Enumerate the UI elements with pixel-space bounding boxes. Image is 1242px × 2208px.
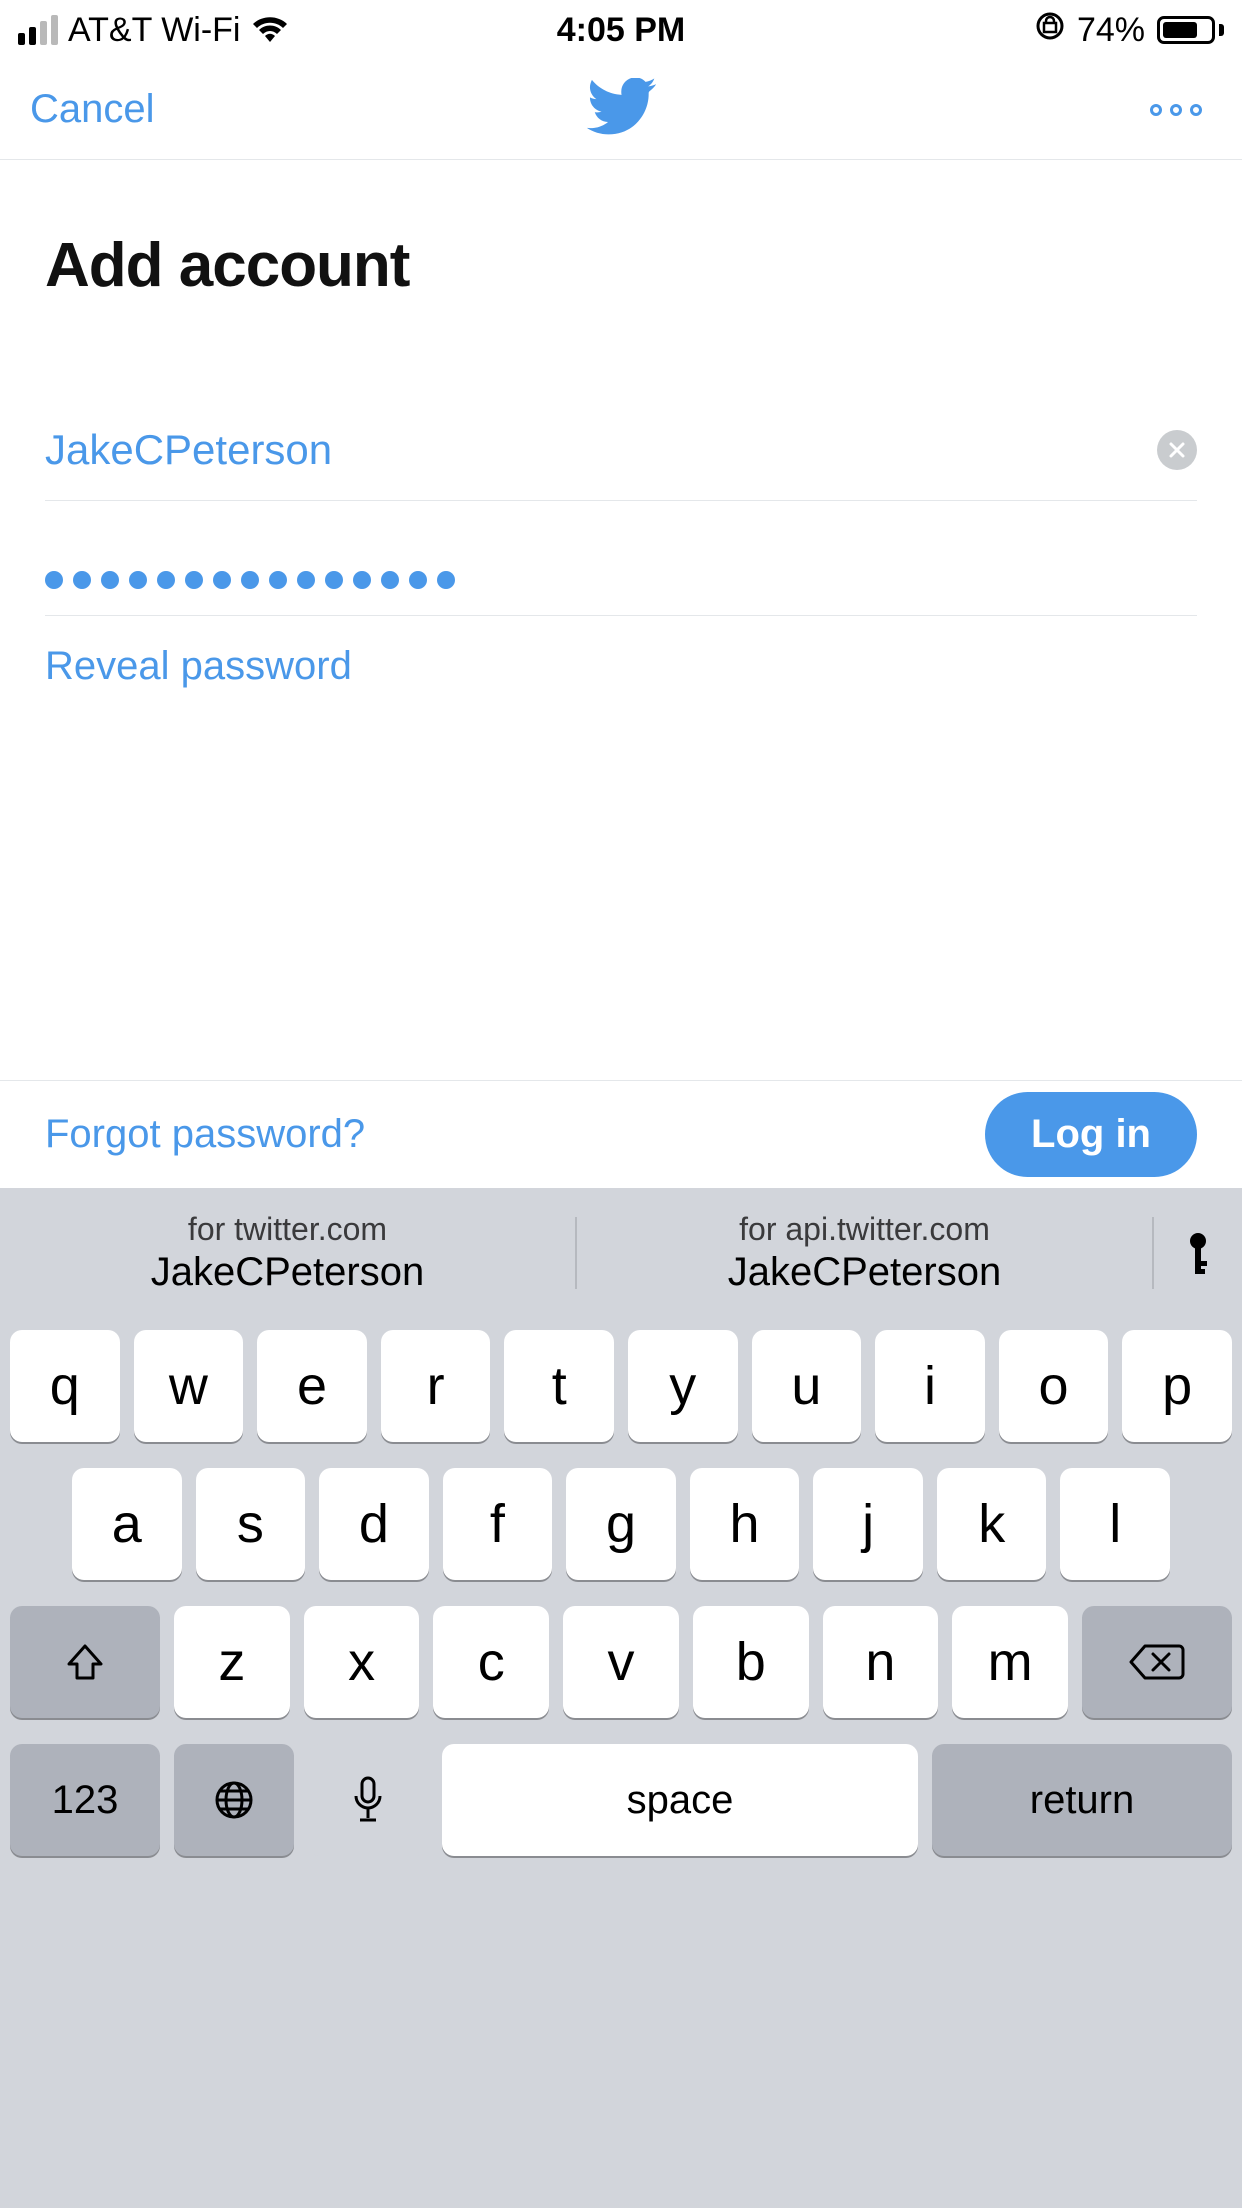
key-k[interactable]: k	[937, 1468, 1047, 1580]
twitter-logo-icon	[586, 78, 656, 141]
password-field[interactable]	[45, 541, 1197, 616]
suggestion-username: JakeCPeterson	[728, 1250, 1001, 1295]
key-j[interactable]: j	[813, 1468, 923, 1580]
key-m[interactable]: m	[952, 1606, 1068, 1718]
login-button[interactable]: Log in	[985, 1092, 1197, 1177]
more-options-button[interactable]	[1150, 104, 1212, 116]
username-field[interactable]: JakeCPeterson	[45, 396, 1197, 501]
page-title: Add account	[45, 230, 1197, 301]
cell-signal-icon	[18, 15, 58, 45]
key-f[interactable]: f	[443, 1468, 553, 1580]
suggestion-domain: for twitter.com	[188, 1211, 387, 1248]
key-v[interactable]: v	[563, 1606, 679, 1718]
key-b[interactable]: b	[693, 1606, 809, 1718]
key-e[interactable]: e	[257, 1330, 367, 1442]
key-i[interactable]: i	[875, 1330, 985, 1442]
battery-icon	[1157, 16, 1224, 44]
key-t[interactable]: t	[504, 1330, 614, 1442]
cancel-button[interactable]: Cancel	[30, 87, 155, 132]
clear-username-button[interactable]	[1157, 430, 1197, 470]
key-r[interactable]: r	[381, 1330, 491, 1442]
battery-fill	[1163, 22, 1197, 38]
key-n[interactable]: n	[823, 1606, 939, 1718]
key-c[interactable]: c	[433, 1606, 549, 1718]
reveal-password-button[interactable]: Reveal password	[45, 616, 1197, 717]
space-key[interactable]: space	[442, 1744, 918, 1856]
password-dots	[45, 571, 455, 589]
key-y[interactable]: y	[628, 1330, 738, 1442]
content-area: Add account JakeCPeterson Reveal passwor…	[0, 160, 1242, 717]
numeric-key[interactable]: 123	[10, 1744, 160, 1856]
bottom-action-bar: Forgot password? Log in	[0, 1080, 1242, 1188]
keyboard: for twitter.com JakeCPeterson for api.tw…	[0, 1188, 1242, 2208]
orientation-lock-icon	[1035, 11, 1065, 50]
keyboard-suggestion-bar: for twitter.com JakeCPeterson for api.tw…	[0, 1188, 1242, 1318]
key-o[interactable]: o	[999, 1330, 1109, 1442]
key-w[interactable]: w	[134, 1330, 244, 1442]
status-time: 4:05 PM	[557, 11, 686, 50]
key-z[interactable]: z	[174, 1606, 290, 1718]
key-s[interactable]: s	[196, 1468, 306, 1580]
keyboard-keys: qwertyuiop asdfghjkl zxcvbnm 123 space r…	[0, 1318, 1242, 2208]
suggestion-domain: for api.twitter.com	[739, 1211, 990, 1248]
delete-key[interactable]	[1082, 1606, 1232, 1718]
forgot-password-link[interactable]: Forgot password?	[45, 1112, 365, 1157]
dictation-key[interactable]	[308, 1744, 428, 1856]
key-q[interactable]: q	[10, 1330, 120, 1442]
key-x[interactable]: x	[304, 1606, 420, 1718]
key-p[interactable]: p	[1122, 1330, 1232, 1442]
key-d[interactable]: d	[319, 1468, 429, 1580]
key-a[interactable]: a	[72, 1468, 182, 1580]
username-value: JakeCPeterson	[45, 426, 332, 474]
key-g[interactable]: g	[566, 1468, 676, 1580]
shift-key[interactable]	[10, 1606, 160, 1718]
key-l[interactable]: l	[1060, 1468, 1170, 1580]
return-key[interactable]: return	[932, 1744, 1232, 1856]
password-suggestion-2[interactable]: for api.twitter.com JakeCPeterson	[577, 1211, 1152, 1295]
wifi-icon	[251, 16, 289, 44]
status-right: 74%	[1035, 11, 1224, 50]
status-left: AT&T Wi-Fi	[18, 11, 289, 50]
passwords-key-icon[interactable]	[1152, 1217, 1242, 1289]
status-bar: AT&T Wi-Fi 4:05 PM 74%	[0, 0, 1242, 60]
globe-key[interactable]	[174, 1744, 294, 1856]
key-u[interactable]: u	[752, 1330, 862, 1442]
password-suggestion-1[interactable]: for twitter.com JakeCPeterson	[0, 1211, 575, 1295]
carrier-label: AT&T Wi-Fi	[68, 11, 241, 50]
battery-percent: 74%	[1077, 11, 1145, 50]
nav-bar: Cancel	[0, 60, 1242, 160]
suggestion-username: JakeCPeterson	[151, 1250, 424, 1295]
key-h[interactable]: h	[690, 1468, 800, 1580]
